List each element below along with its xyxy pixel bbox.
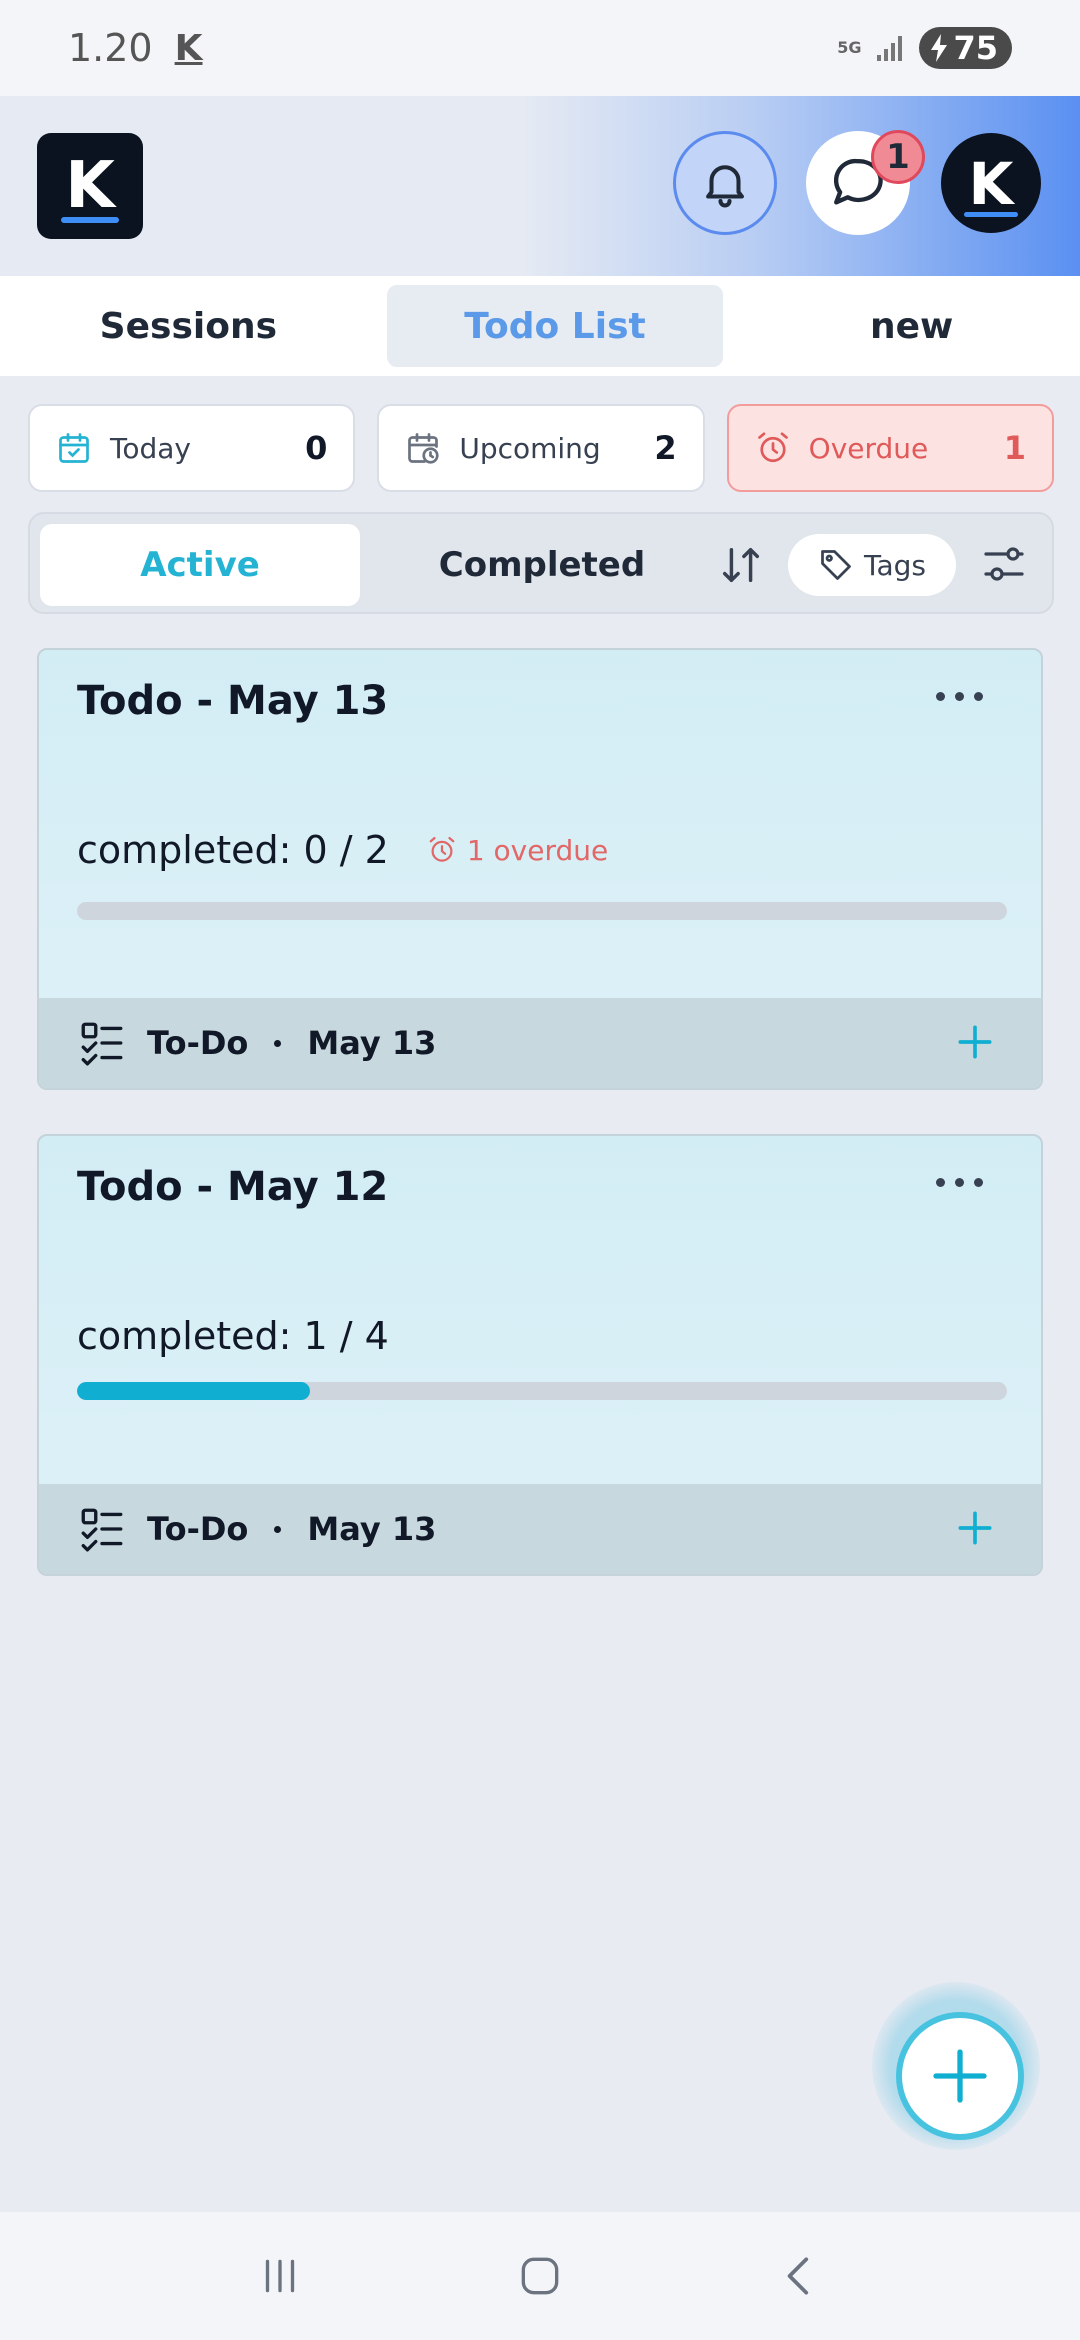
completed-segment[interactable]: Completed — [392, 524, 692, 606]
overdue-count: 1 — [1003, 429, 1026, 467]
todo-card[interactable]: Todo - May 12 completed: 1 / 4 To-Do May… — [37, 1134, 1043, 1576]
calendar-check-icon — [59, 433, 89, 463]
sort-icon[interactable] — [718, 542, 764, 588]
tags-button[interactable]: Tags — [788, 534, 956, 596]
today-label: Today — [110, 431, 191, 465]
card-type: To-Do — [147, 1510, 249, 1548]
filter-bar: Active Completed Tags — [28, 512, 1054, 614]
app-notification-icon: K — [174, 27, 203, 69]
notifications-button[interactable] — [673, 131, 777, 235]
app-header: K 1 K — [0, 96, 1080, 276]
alarm-clock-icon — [757, 432, 788, 463]
card-progress-row: completed: 1 / 4 — [77, 1314, 389, 1358]
recent-apps-icon[interactable] — [255, 2251, 305, 2301]
messages-badge: 1 — [871, 130, 925, 184]
today-filter-chip[interactable]: Today 0 — [28, 404, 356, 492]
card-progress-text: completed: 1 / 4 — [77, 1314, 389, 1358]
battery-indicator: 75 — [919, 27, 1012, 69]
card-footer: To-Do May 13 — [39, 998, 1041, 1088]
overdue-tag-text: 1 overdue — [466, 833, 609, 867]
avatar-letter: K — [968, 149, 1014, 218]
separator-dot — [274, 1525, 282, 1533]
logo-letter: K — [65, 149, 115, 223]
card-more-icon[interactable] — [936, 1178, 983, 1187]
alarm-clock-icon — [429, 837, 455, 862]
filter-settings-icon[interactable] — [980, 540, 1028, 588]
overdue-tag: 1 overdue — [427, 834, 608, 867]
calendar-clock-icon — [408, 433, 439, 464]
tab-new[interactable]: new — [743, 285, 1080, 367]
add-item-icon[interactable] — [953, 1020, 997, 1064]
card-progress-bar — [77, 902, 1007, 920]
system-nav-bar — [0, 2212, 1080, 2340]
logo-swoosh — [61, 217, 119, 223]
top-tabs: Sessions Todo List new — [0, 276, 1080, 376]
user-avatar[interactable]: K — [941, 133, 1041, 233]
card-title: Todo - May 12 — [77, 1164, 389, 1210]
todo-card[interactable]: Todo - May 13 completed: 0 / 2 1 overdue… — [37, 648, 1043, 1090]
upcoming-label: Upcoming — [459, 431, 601, 465]
separator-dot — [274, 1039, 282, 1047]
tags-label: Tags — [864, 548, 926, 582]
overdue-filter-chip[interactable]: Overdue 1 — [726, 404, 1054, 492]
signal-icon — [877, 36, 903, 61]
tab-todo-list[interactable]: Todo List — [386, 285, 724, 367]
tag-icon — [821, 550, 851, 580]
add-todo-button[interactable] — [896, 2012, 1024, 2140]
upcoming-filter-chip[interactable]: Upcoming 2 — [377, 404, 705, 492]
card-progress-text: completed: 0 / 2 — [77, 828, 389, 872]
card-type: To-Do — [147, 1024, 249, 1062]
plus-icon — [933, 2049, 987, 2103]
card-progress-row: completed: 0 / 2 1 overdue — [77, 828, 608, 872]
stats-row: Today 0 Upcoming 2 Overdue 1 — [28, 404, 1054, 492]
card-more-icon[interactable] — [936, 692, 983, 701]
bell-icon — [706, 165, 744, 208]
card-date: May 13 — [307, 1024, 437, 1062]
overdue-label: Overdue — [808, 431, 929, 465]
checklist-icon — [81, 1022, 123, 1066]
upcoming-count: 2 — [654, 429, 677, 467]
battery-level: 75 — [953, 29, 998, 67]
card-date: May 13 — [307, 1510, 437, 1548]
network-type: 5G — [837, 38, 862, 57]
active-segment[interactable]: Active — [40, 524, 360, 606]
charging-icon — [931, 34, 948, 62]
status-time: 1.20 — [68, 26, 153, 70]
card-progress-bar — [77, 1382, 1007, 1400]
card-footer: To-Do May 13 — [39, 1484, 1041, 1574]
card-title: Todo - May 13 — [77, 678, 389, 724]
avatar-swoosh — [964, 211, 1018, 217]
home-icon[interactable] — [515, 2251, 565, 2301]
back-icon[interactable] — [775, 2251, 825, 2301]
checklist-icon — [81, 1508, 123, 1552]
tab-sessions[interactable]: Sessions — [20, 285, 357, 367]
status-bar: 1.20 K 5G 75 — [0, 0, 1080, 96]
today-count: 0 — [305, 429, 328, 467]
card-progress-fill — [77, 1382, 310, 1400]
app-logo[interactable]: K — [37, 133, 143, 239]
add-item-icon[interactable] — [953, 1506, 997, 1550]
